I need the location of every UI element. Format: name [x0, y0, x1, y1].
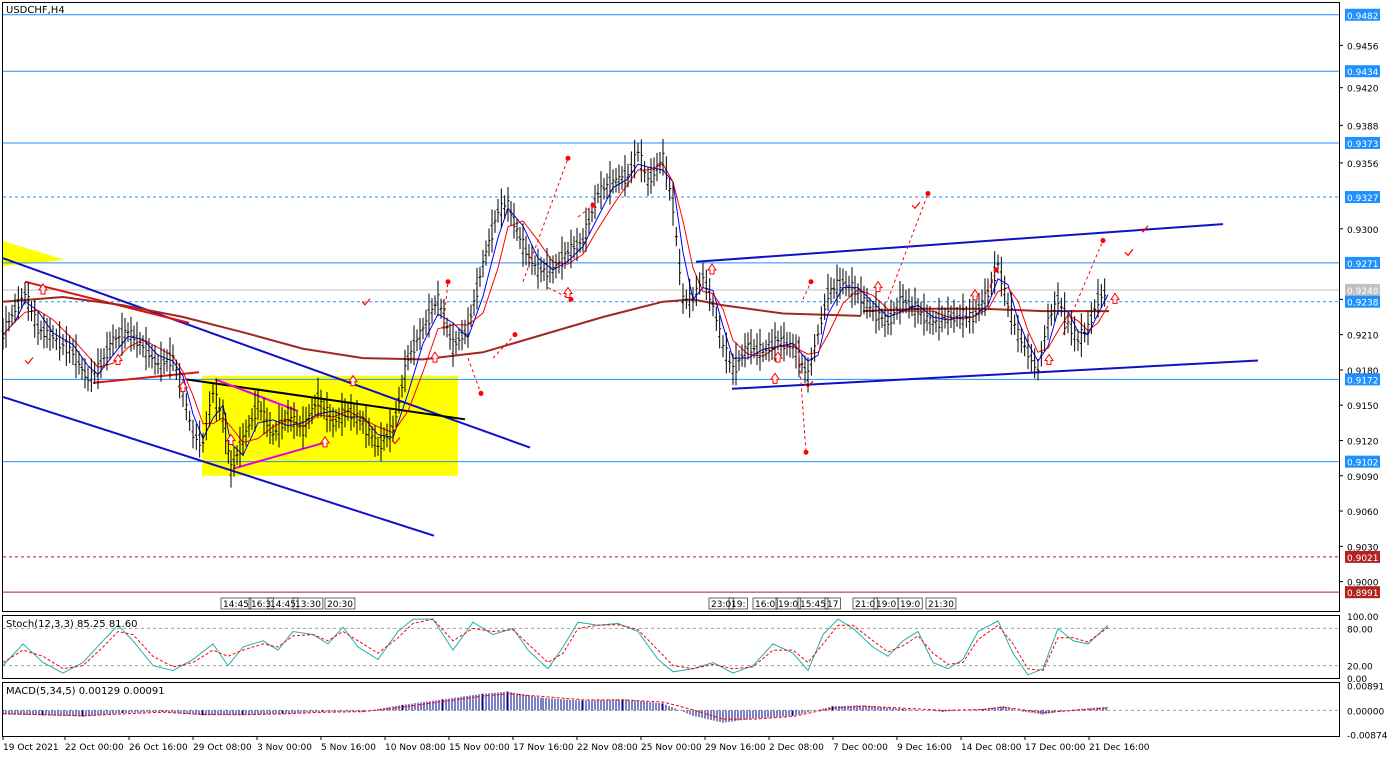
time-tick-label: 17 Nov 16:00 [513, 743, 574, 753]
macd-tick-label: 0.00891 [1347, 683, 1384, 693]
time-label-top: 21:30 [928, 600, 954, 610]
price-axis: 0.94560.94200.93880.93560.93000.92400.92… [1339, 42, 1379, 589]
signal-arrow-head [803, 449, 809, 455]
level-label: 0.9271 [1347, 260, 1379, 270]
macd-tick-label: 0.00000 [1347, 707, 1384, 717]
time-axis: 19 Oct 2021 22 Oct 00:00 26 Oct 16:00 29 Oc… [2, 736, 1150, 753]
time-tick-label: 14 Dec 08:00 [961, 743, 1022, 753]
time-tick-label: 25 Nov 00:00 [641, 743, 702, 753]
signal-arrow-head [445, 279, 451, 285]
time-tick-label: 21 Dec 16:00 [1089, 743, 1150, 753]
level-label: 0.9021 [1347, 554, 1379, 564]
price-tick-label: 0.9388 [1347, 122, 1379, 132]
price-tick-label: 0.9300 [1347, 226, 1379, 236]
time-tick-label: 2 Dec 08:00 [769, 743, 824, 753]
time-tick-label: 29 Nov 16:00 [705, 743, 766, 753]
time-label-top: 13:30 [295, 600, 321, 610]
price-tick-label: 0.9210 [1347, 332, 1379, 342]
price-tick-label: 0.9090 [1347, 473, 1379, 483]
price-tick-label: 0.9150 [1347, 402, 1379, 412]
time-label-top: 15:45 [800, 600, 826, 610]
time-label-top: 19:0 [778, 600, 798, 610]
time-tick-label: 17 Dec 00:00 [1025, 743, 1086, 753]
time-tick-label: 9 Dec 16:00 [897, 743, 952, 753]
time-tick-label: 7 Dec 00:00 [833, 743, 888, 753]
time-tick-label: 3 Nov 00:00 [257, 743, 312, 753]
time-tick-label: 22 Nov 08:00 [577, 743, 638, 753]
chart-canvas[interactable]: 0.94560.94200.93880.93560.93000.92400.92… [0, 0, 1390, 757]
level-label: 0.9238 [1347, 299, 1379, 309]
time-tick-label: 29 Oct 08:00 [193, 743, 252, 753]
price-tick-label: 0.9456 [1347, 42, 1379, 52]
time-tick-label: 5 Nov 16:00 [321, 743, 376, 753]
level-label: 0.9373 [1347, 140, 1379, 150]
stoch-tick-label: 20.00 [1347, 663, 1373, 673]
signal-arrow-head [512, 332, 518, 338]
signal-arrow-head [565, 155, 571, 161]
time-tick-label: 19 Oct 2021 [3, 743, 59, 753]
time-label-top: 19:0 [876, 600, 896, 610]
time-label-top: 17 [827, 600, 838, 610]
time-tick-label: 10 Nov 08:00 [385, 743, 446, 753]
signal-arrow-head [993, 267, 999, 273]
macd-label: MACD(5,34,5) 0.00129 0.00091 [6, 686, 165, 697]
stoch-tick-label: 80.00 [1347, 625, 1373, 635]
time-tick-label: 22 Oct 00:00 [65, 743, 124, 753]
main-pane[interactable] [2, 2, 1340, 612]
price-tick-label: 0.9420 [1347, 85, 1379, 95]
time-label-top: 14:45 [223, 600, 249, 610]
time-label-top: 20:30 [327, 600, 353, 610]
signal-arrow-head [925, 191, 931, 197]
time-label-top: 23:0 [711, 600, 731, 610]
time-label-top: 21:0 [855, 600, 875, 610]
price-tick-label: 0.9060 [1347, 508, 1379, 518]
time-tick-label: 26 Oct 16:00 [129, 743, 188, 753]
macd-tick-label: -0.00874 [1347, 731, 1388, 741]
level-label: 0.9248 [1347, 287, 1379, 297]
signal-arrow-head [478, 390, 484, 396]
symbol-label: USDCHF,H4 [6, 5, 65, 16]
level-label: 0.9434 [1347, 68, 1379, 78]
signal-arrow-head [590, 202, 596, 208]
stoch-tick-label: 100.00 [1347, 613, 1379, 623]
time-tick-label: 15 Nov 00:00 [449, 743, 510, 753]
level-label: 0.8991 [1347, 589, 1379, 599]
macd-pane[interactable] [2, 682, 1340, 737]
stoch-label: Stoch(12,3,3) 85.25 81.60 [6, 619, 137, 630]
level-label: 0.9102 [1347, 459, 1379, 469]
stoch-pane[interactable] [2, 615, 1340, 679]
price-tick-label: 0.9120 [1347, 437, 1379, 447]
level-label: 0.9482 [1347, 12, 1379, 22]
level-label: 0.9172 [1347, 376, 1379, 386]
signal-arrow-head [1100, 238, 1106, 244]
time-label-top: 19: [731, 600, 745, 610]
time-label-top: 16:0 [755, 600, 775, 610]
signal-arrow-head [808, 279, 814, 285]
time-label-top: 19:0 [900, 600, 920, 610]
price-tick-label: 0.9356 [1347, 160, 1379, 170]
level-label: 0.9327 [1347, 194, 1379, 204]
time-label-top: 14:45 [270, 600, 296, 610]
